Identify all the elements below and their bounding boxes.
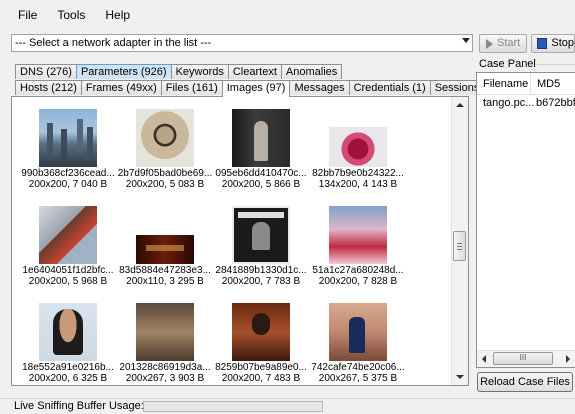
image-meta: 134x200, 4 143 B (318, 179, 398, 190)
group-divider (537, 64, 575, 65)
image-meta: 200x200, 7 483 B (221, 373, 301, 384)
tab-parameters[interactable]: Parameters (926) (75, 64, 172, 79)
man-standing-thumbnail[interactable] (329, 303, 387, 361)
image-filename: 990b368cf236cead... (21, 168, 115, 179)
tab-anomalies[interactable]: Anomalies (280, 64, 343, 79)
images-vertical-scrollbar[interactable] (451, 97, 468, 385)
image-item[interactable]: 990b368cf236cead... 200x200, 7 040 B (18, 109, 118, 190)
menu-tools[interactable]: Tools (55, 6, 87, 24)
man-indoor-thumbnail[interactable] (232, 303, 290, 361)
scroll-thumb[interactable]: III (493, 352, 553, 365)
tab-hosts[interactable]: Hosts (212) (15, 80, 82, 95)
buffer-usage-progress (143, 401, 323, 412)
image-item[interactable]: 1e6404051f1d2bfc... 200x200, 5 968 B (18, 206, 118, 287)
image-meta: 200x200, 5 083 B (125, 179, 205, 190)
image-meta: 200x200, 7 783 B (221, 276, 301, 287)
toolbar: --- Select a network adapter in the list… (0, 32, 575, 56)
play-icon (486, 38, 493, 49)
image-item[interactable]: 201328c86919d3a... 200x267, 3 903 B (115, 303, 215, 384)
image-meta: 200x200, 7 828 B (318, 276, 398, 287)
image-filename: 8259b07be9a89e0... (215, 362, 307, 373)
case-horizontal-scrollbar[interactable]: III (477, 350, 575, 367)
image-filename: 2841889b1330d1c... (215, 265, 307, 276)
stop-button[interactable]: Stop (531, 34, 575, 53)
image-filename: 095eb6dd410470c... (215, 168, 307, 179)
image-filename: 83d5884e47283e3... (119, 265, 211, 276)
tab-row-bottom: Hosts (212) Frames (49xx) Files (161) Im… (15, 80, 507, 97)
scroll-right-icon[interactable] (566, 355, 570, 363)
image-item[interactable]: 742cafe74be20c06... 200x267, 5 375 B (308, 303, 408, 384)
image-meta: 200x267, 5 375 B (318, 373, 398, 384)
results-panel: DNS (276) Parameters (926) Keywords Clea… (11, 60, 507, 390)
image-item[interactable]: 2b7d9f05bad0be69... 200x200, 5 083 B (115, 109, 215, 190)
image-filename: 2b7d9f05bad0be69... (117, 168, 213, 179)
image-item[interactable]: 2841889b1330d1c... 200x200, 7 783 B (211, 206, 311, 287)
image-item[interactable]: 18e552a91e0216b... 200x200, 6 325 B (18, 303, 118, 384)
start-button[interactable]: Start (479, 34, 527, 53)
scroll-left-icon[interactable] (482, 355, 486, 363)
scroll-down-icon[interactable] (456, 375, 464, 379)
image-filename: 201328c86919d3a... (119, 362, 211, 373)
buffer-usage-label: Live Sniffing Buffer Usage: (14, 400, 144, 412)
column-header-filename[interactable]: Filename (477, 73, 531, 95)
image-item[interactable]: 8259b07be9a89e0... 200x200, 7 483 B (211, 303, 311, 384)
menu-bar: File Tools Help (0, 0, 575, 30)
reload-case-files-button[interactable]: Reload Case Files (477, 372, 573, 392)
image-meta: 200x200, 5 866 B (221, 179, 301, 190)
images-view: 990b368cf236cead... 200x200, 7 040 B 2b7… (11, 96, 469, 386)
image-item[interactable]: 82bb7b9e0b24322... 134x200, 4 143 B (308, 109, 408, 190)
rose-flower-thumbnail[interactable] (329, 127, 387, 167)
man-portrait-thumbnail[interactable] (39, 303, 97, 361)
column-header-md5[interactable]: MD5 (531, 73, 575, 95)
image-filename: 82bb7b9e0b24322... (312, 168, 404, 179)
scroll-thumb[interactable] (453, 231, 466, 261)
case-panel-title: Case Panel (479, 58, 536, 70)
calligraphy-banner-thumbnail[interactable] (136, 235, 194, 264)
tab-files[interactable]: Files (161) (160, 80, 223, 95)
child-photo-thumbnail[interactable] (329, 206, 387, 264)
image-meta: 200x200, 6 325 B (28, 373, 108, 384)
bearded-man-thumbnail[interactable] (136, 303, 194, 361)
image-filename: 742cafe74be20c06... (311, 362, 405, 373)
status-bar: Live Sniffing Buffer Usage: (0, 398, 575, 414)
scroll-up-icon[interactable] (456, 103, 464, 107)
image-meta: 200x267, 3 903 B (125, 373, 205, 384)
stop-icon (537, 38, 548, 49)
image-meta: 200x110, 3 295 B (126, 276, 204, 287)
tab-keywords[interactable]: Keywords (170, 64, 229, 79)
city-skyline-thumbnail[interactable] (39, 109, 97, 167)
case-file-filename[interactable]: tango.pc... (483, 97, 534, 109)
case-file-md5[interactable]: b672bbf... (536, 97, 575, 109)
poster-thumbnail[interactable] (232, 206, 290, 264)
tab-dns[interactable]: DNS (276) (15, 64, 77, 79)
man-selfie-thumbnail[interactable] (39, 206, 97, 264)
image-filename: 1e6404051f1d2bfc... (22, 265, 114, 276)
tab-frames[interactable]: Frames (49xx) (80, 80, 162, 95)
image-meta: 200x200, 5 968 B (28, 276, 108, 287)
image-item[interactable]: 83d5884e47283e3... 200x110, 3 295 B (115, 206, 215, 287)
tab-row-top: DNS (276) Parameters (926) Keywords Clea… (15, 64, 343, 80)
image-item[interactable]: 095eb6dd410470c... 200x200, 5 866 B (211, 109, 311, 190)
tab-credentials[interactable]: Credentials (1) (348, 80, 431, 95)
tab-images[interactable]: Images (97) (221, 80, 291, 97)
menu-file[interactable]: File (16, 6, 39, 24)
person-portrait-thumbnail[interactable] (232, 109, 290, 167)
image-item[interactable]: 51a1c27a680248d... 200x200, 7 828 B (308, 206, 408, 287)
image-filename: 51a1c27a680248d... (312, 265, 404, 276)
case-panel: Case Panel Filename MD5 tango.pc... b672… (473, 56, 575, 396)
image-meta: 200x200, 7 040 B (28, 179, 108, 190)
tab-cleartext[interactable]: Cleartext (227, 64, 282, 79)
network-adapter-select[interactable]: --- Select a network adapter in the list… (11, 34, 473, 52)
chevron-down-icon[interactable] (462, 38, 470, 43)
tab-messages[interactable]: Messages (289, 80, 350, 95)
adapter-select-value: --- Select a network adapter in the list… (15, 37, 212, 49)
image-filename: 18e552a91e0216b... (22, 362, 114, 373)
start-label: Start (497, 37, 521, 49)
menu-help[interactable]: Help (103, 6, 132, 24)
stop-label: Stop (551, 37, 574, 49)
pug-dog-thumbnail[interactable] (136, 109, 194, 167)
image-grid: 990b368cf236cead... 200x200, 7 040 B 2b7… (12, 97, 452, 385)
case-files-list[interactable]: Filename MD5 tango.pc... b672bbf... III (476, 72, 575, 368)
